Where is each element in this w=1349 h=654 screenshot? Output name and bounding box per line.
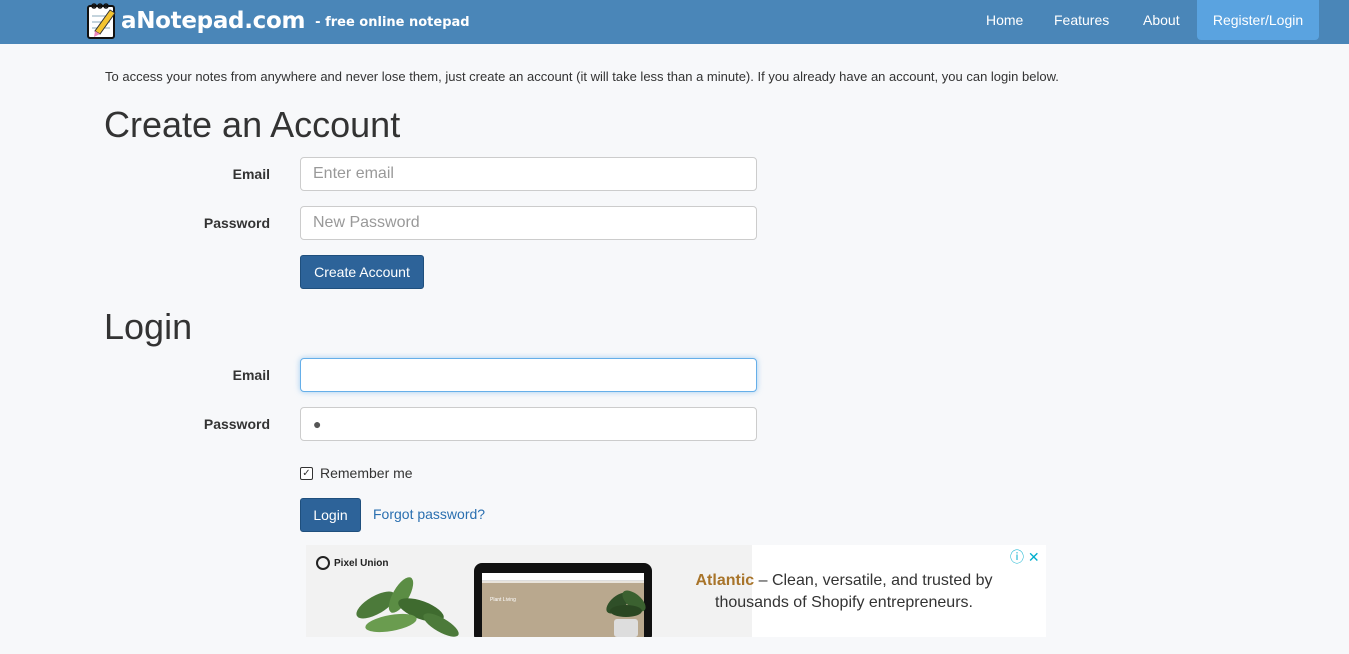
nav-home[interactable]: Home — [986, 0, 1023, 40]
login-email-label: Email — [232, 367, 270, 383]
ad-brand: Pixel Union — [316, 556, 388, 570]
ad-screen-text: Plant Living — [490, 597, 516, 603]
brand-tagline: - free online notepad — [315, 15, 470, 30]
login-title: Login — [104, 306, 193, 347]
ad-headline-text: – Clean, versatile, and trusted by thous… — [715, 572, 993, 611]
remember-me-label[interactable]: Remember me — [320, 465, 413, 481]
nav-features[interactable]: Features — [1054, 0, 1109, 40]
ad-brand-name: Pixel Union — [334, 557, 389, 569]
advertisement-banner[interactable]: Pixel Union Plant Living Atlantic – Clea… — [306, 545, 1046, 637]
ad-headline[interactable]: Atlantic – Clean, versatile, and trusted… — [684, 570, 1004, 614]
plant-icon — [356, 577, 459, 637]
navbar: aNotepad.com - free online notepad Home … — [0, 0, 1349, 44]
create-email-label: Email — [232, 166, 270, 182]
brand-name: aNotepad.com — [121, 8, 306, 34]
create-account-title: Create an Account — [104, 104, 401, 145]
password-mask: ● — [313, 416, 322, 432]
forgot-password-link[interactable]: Forgot password? — [373, 506, 485, 522]
login-password-input[interactable] — [300, 407, 757, 441]
create-email-input[interactable] — [300, 157, 757, 191]
create-password-input[interactable] — [300, 206, 757, 240]
potted-plant-icon — [606, 590, 646, 637]
ad-headline-accent: Atlantic — [695, 572, 755, 589]
login-email-input[interactable] — [300, 358, 757, 392]
login-password-label: Password — [203, 416, 270, 432]
create-account-button[interactable]: Create Account — [300, 255, 424, 289]
ad-choices-close-icon[interactable]: ⓘ ✕ — [1010, 547, 1040, 567]
intro-text: To access your notes from anywhere and n… — [105, 69, 1059, 84]
login-button[interactable]: Login — [300, 498, 361, 532]
nav-about[interactable]: About — [1143, 0, 1180, 40]
notepad-logo-icon — [87, 3, 116, 39]
nav-register-login[interactable]: Register/Login — [1197, 0, 1319, 40]
create-password-label: Password — [203, 215, 270, 231]
remember-me-checkbox[interactable]: ✓ — [300, 467, 313, 480]
brand-link[interactable]: aNotepad.com - free online notepad — [86, 2, 470, 40]
pixel-union-logo-icon — [316, 556, 330, 570]
